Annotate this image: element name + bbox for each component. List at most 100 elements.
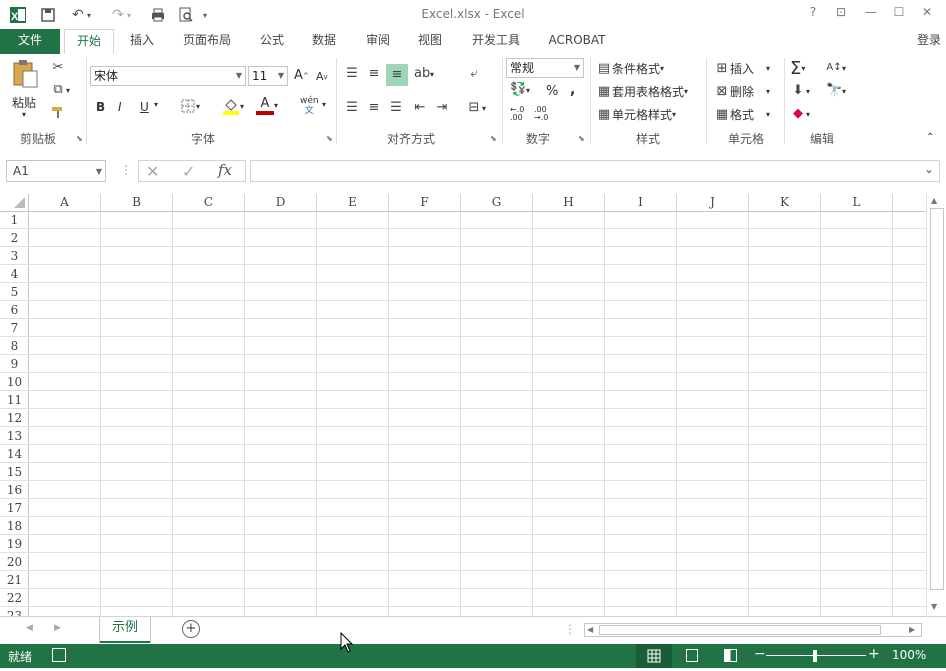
currency-icon[interactable]: 💱 ▾ [510,82,530,98]
tab-page-layout[interactable]: 页面布局 [174,29,240,54]
row-header[interactable]: 11 [0,391,29,409]
orientation-icon[interactable]: ab ▾ [414,66,434,82]
grow-font-button[interactable]: A ^ [294,68,309,83]
phonetic-button[interactable]: wén 文 [300,96,319,116]
row-header[interactable]: 13 [0,427,29,445]
row-header[interactable]: 14 [0,445,29,463]
next-sheet-icon[interactable]: ▶ [54,623,61,633]
formula-input[interactable] [250,160,940,182]
column-header[interactable]: I [605,194,677,211]
alignment-launcher-icon[interactable]: ⬊ [490,134,497,143]
column-header[interactable]: E [317,194,389,211]
top-align-icon[interactable]: ☰ [344,66,360,82]
row-header[interactable]: 16 [0,481,29,499]
merge-center-icon[interactable]: ⊟ ▾ [466,100,486,116]
cancel-icon[interactable]: ✕ [146,162,159,181]
row-header[interactable]: 8 [0,337,29,355]
font-name-combo[interactable]: 宋体 ▼ [90,66,246,86]
tab-view[interactable]: 视图 [408,29,452,54]
wrap-text-icon[interactable]: ⤶ [466,66,482,82]
enter-icon[interactable]: ✓ [182,162,195,181]
cut-icon[interactable]: ✂ [50,60,66,76]
fill-icon[interactable]: ⬇ ▾ [790,83,810,99]
minimize-button[interactable]: — [860,5,882,25]
row-header[interactable]: 7 [0,319,29,337]
vertical-scrollbar[interactable]: ▲ ▼ [926,194,946,616]
row-header[interactable]: 6 [0,301,29,319]
underline-dropdown-icon[interactable]: ▾ [154,100,158,109]
expand-formula-icon[interactable]: ⌄ [924,162,934,176]
bottom-align-icon[interactable]: ≡ [386,64,408,86]
scroll-left-icon[interactable]: ◀ [587,625,593,634]
phonetic-dropdown-icon[interactable]: ▾ [322,100,326,109]
row-header[interactable]: 5 [0,283,29,301]
column-header[interactable]: J [677,194,749,211]
percent-button[interactable]: % [546,84,558,99]
ribbon-display-button[interactable]: ⊡ [830,5,852,25]
number-launcher-icon[interactable]: ⬊ [578,134,585,143]
name-box[interactable]: A1 ▼ [6,160,106,182]
collapse-ribbon-icon[interactable]: ⌃ [926,132,934,143]
format-cells-button[interactable]: ▦ 格式 ▾ [714,106,770,123]
row-header[interactable]: 17 [0,499,29,517]
column-header[interactable]: F [389,194,461,211]
insert-cells-button[interactable]: ⊞ 插入 ▾ [714,60,770,77]
column-header[interactable]: H [533,194,605,211]
delete-cells-button[interactable]: ⊠ 删除 ▾ [714,83,770,100]
font-launcher-icon[interactable]: ⬊ [326,134,333,143]
worksheet-grid[interactable]: ABCDEFGHIJKL 1 2 3 4 5 6 7 8 9 10 11 12 13 14 15 16 17 18… [0,194,926,616]
zoom-out-button[interactable]: − [754,646,766,662]
prev-sheet-icon[interactable]: ◀ [26,623,33,633]
tab-data[interactable]: 数据 [302,29,346,54]
find-select-icon[interactable]: 🔭 ▾ [826,83,846,99]
drag-handle-icon[interactable]: ⋮ [120,163,132,177]
add-sheet-icon[interactable]: + [182,620,200,638]
conditional-format-button[interactable]: ▤ 条件格式 ▾ [596,60,664,77]
tab-developer[interactable]: 开发工具 [462,29,530,54]
paste-icon[interactable] [12,60,42,88]
column-header[interactable]: B [101,194,173,211]
row-header[interactable]: 12 [0,409,29,427]
zoom-level[interactable]: 100% [892,648,926,662]
zoom-in-button[interactable]: + [868,646,880,662]
copy-icon[interactable]: ⧉ ▾ [50,82,70,98]
horizontal-scrollbar[interactable]: ◀ ▶ [584,623,922,637]
format-as-table-button[interactable]: ▦ 套用表格格式 ▾ [596,83,688,100]
row-header[interactable]: 21 [0,571,29,589]
insert-function-button[interactable]: fx [218,161,232,179]
shrink-font-button[interactable]: Av [316,70,328,83]
align-center-icon[interactable]: ≡ [366,100,382,116]
sheet-tab[interactable]: 示例 [100,617,150,643]
clear-icon[interactable]: ◆ ▾ [790,106,810,122]
column-header[interactable]: C [173,194,245,211]
maximize-button[interactable]: ☐ [888,5,910,25]
page-layout-view-icon[interactable] [686,649,698,662]
number-format-combo[interactable]: 常规 ▼ [506,58,584,78]
close-button[interactable]: ✕ [916,5,938,25]
scroll-down-icon[interactable]: ▼ [931,602,937,611]
row-header[interactable]: 15 [0,463,29,481]
zoom-slider-thumb[interactable] [813,650,817,662]
tab-home[interactable]: 开始 [64,29,114,54]
tab-acrobat[interactable]: ACROBAT [540,29,614,54]
column-header[interactable]: G [461,194,533,211]
row-header[interactable]: 10 [0,373,29,391]
clipboard-launcher-icon[interactable]: ⬊ [76,134,83,143]
scroll-right-icon[interactable]: ▶ [909,625,915,634]
middle-align-icon[interactable]: ≡ [366,66,382,82]
row-header[interactable]: 4 [0,265,29,283]
help-button[interactable]: ? [802,5,824,25]
select-all-corner[interactable] [0,194,29,211]
border-icon[interactable]: ▾ [180,98,200,114]
row-header[interactable]: 9 [0,355,29,373]
row-header[interactable]: 1 [0,211,29,229]
align-right-icon[interactable]: ☰ [388,100,404,116]
decrease-indent-icon[interactable]: ⇤ [412,100,428,116]
cell-styles-button[interactable]: ▦ 单元格样式 ▾ [596,106,676,123]
font-size-combo[interactable]: 11 ▼ [248,66,288,86]
paste-button[interactable]: 粘贴 [12,94,36,111]
scroll-up-icon[interactable]: ▲ [931,196,937,205]
increase-indent-icon[interactable]: ⇥ [434,100,450,116]
autosum-icon[interactable]: Σ ▾ [790,58,805,79]
fill-color-icon[interactable]: ▾ [222,96,244,116]
